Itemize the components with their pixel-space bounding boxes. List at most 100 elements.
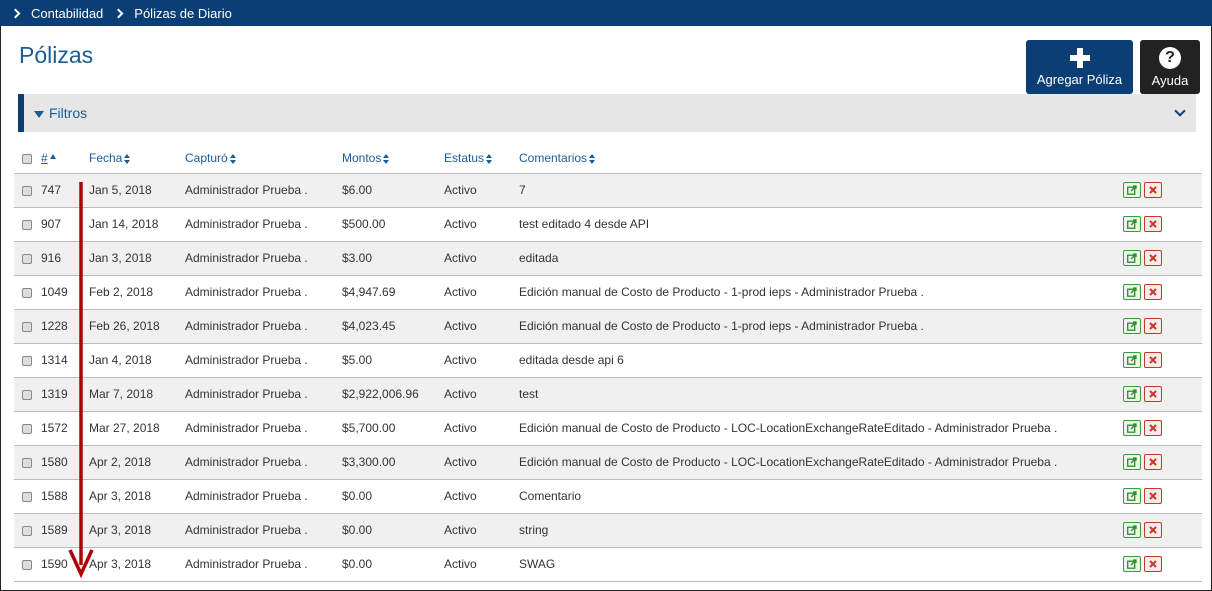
delete-x-icon[interactable]: [1144, 182, 1162, 198]
cell-estatus: Activo: [444, 445, 519, 480]
cell-monto: $0.00: [342, 547, 444, 582]
column-header-label[interactable]: Estatus: [444, 151, 484, 165]
delete-x-icon[interactable]: [1144, 420, 1162, 436]
select-all-checkbox[interactable]: [22, 153, 32, 164]
column-header-label[interactable]: Comentarios: [519, 151, 587, 165]
column-header-label[interactable]: #: [41, 151, 48, 165]
cell-capturo: Administrador Prueba .: [185, 275, 342, 310]
cell-monto: $5,700.00: [342, 411, 444, 446]
row-checkbox[interactable]: [22, 389, 32, 400]
add-poliza-button[interactable]: Agregar Póliza: [1026, 40, 1133, 94]
breadcrumb-label[interactable]: Contabilidad: [31, 6, 103, 21]
delete-x-icon[interactable]: [1144, 284, 1162, 300]
delete-x-icon[interactable]: [1144, 488, 1162, 504]
row-checkbox[interactable]: [22, 355, 32, 366]
sort-icon: [383, 153, 390, 164]
delete-x-icon[interactable]: [1144, 454, 1162, 470]
table-row[interactable]: 1588 Apr 3, 2018 Administrador Prueba . $0.…: [14, 479, 1202, 514]
row-actions: [1112, 275, 1202, 310]
cell-comentario: editada desde api 6: [519, 343, 1112, 378]
cell-estatus: Activo: [444, 173, 519, 208]
row-checkbox-cell: [14, 207, 41, 242]
delete-x-icon[interactable]: [1144, 386, 1162, 402]
row-checkbox[interactable]: [22, 287, 32, 298]
breadcrumb-label[interactable]: Pólizas de Diario: [134, 6, 232, 21]
external-link-icon[interactable]: [1123, 488, 1141, 504]
column-header-label[interactable]: Capturó: [185, 151, 228, 165]
row-checkbox[interactable]: [22, 457, 32, 468]
row-checkbox-cell: [14, 309, 41, 344]
filters-panel-toggle[interactable]: Filtros: [18, 94, 1196, 132]
table-row[interactable]: 916 Jan 3, 2018 Administrador Prueba . $3.0…: [14, 241, 1202, 276]
cell-estatus: Activo: [444, 547, 519, 582]
row-checkbox-cell: [14, 547, 41, 582]
row-checkbox[interactable]: [22, 525, 32, 536]
breadcrumb-item-contabilidad[interactable]: Contabilidad: [10, 6, 103, 21]
external-link-icon[interactable]: [1123, 420, 1141, 436]
cell-comentario: Comentario: [519, 479, 1112, 514]
row-checkbox[interactable]: [22, 219, 32, 230]
row-checkbox[interactable]: [22, 423, 32, 434]
delete-x-icon[interactable]: [1144, 352, 1162, 368]
cell-capturo: Administrador Prueba .: [185, 207, 342, 242]
polizas-table: # Fecha Capturó Montos Estatus Comentari…: [14, 143, 1202, 582]
table-row[interactable]: 1314 Jan 4, 2018 Administrador Prueba . $5.…: [14, 343, 1202, 378]
table-row[interactable]: 1319 Mar 7, 2018 Administrador Prueba . $2,…: [14, 377, 1202, 412]
column-header-capturo[interactable]: Capturó: [185, 143, 342, 174]
table-row[interactable]: 1580 Apr 2, 2018 Administrador Prueba . $3,…: [14, 445, 1202, 480]
cell-comentario: Edición manual de Costo de Producto - 1-…: [519, 275, 1112, 310]
external-link-icon[interactable]: [1123, 556, 1141, 572]
cell-monto: $2,922,006.96: [342, 377, 444, 412]
chevron-down-icon[interactable]: [1174, 105, 1186, 117]
column-header-fecha[interactable]: Fecha: [89, 143, 185, 174]
sort-icon: [124, 153, 131, 164]
column-header-num[interactable]: #: [41, 143, 89, 174]
help-button[interactable]: ? Ayuda: [1140, 40, 1200, 94]
table-row[interactable]: 1590 Apr 3, 2018 Administrador Prueba . $0.…: [14, 547, 1202, 582]
question-icon: ?: [1159, 46, 1181, 69]
table-row[interactable]: 1228 Feb 26, 2018 Administrador Prueba . $4…: [14, 309, 1202, 344]
row-checkbox[interactable]: [22, 491, 32, 502]
column-header-comentarios[interactable]: Comentarios: [519, 143, 1112, 174]
cell-monto: $0.00: [342, 513, 444, 548]
cell-comentario: editada: [519, 241, 1112, 276]
external-link-icon[interactable]: [1123, 386, 1141, 402]
delete-x-icon[interactable]: [1144, 318, 1162, 334]
table-row[interactable]: 1572 Mar 27, 2018 Administrador Prueba . $5…: [14, 411, 1202, 446]
row-actions: [1112, 343, 1202, 378]
delete-x-icon[interactable]: [1144, 250, 1162, 266]
column-header-label[interactable]: Montos: [342, 151, 381, 165]
sort-icon: [486, 153, 493, 164]
cell-monto: $5.00: [342, 343, 444, 378]
column-header-montos[interactable]: Montos: [342, 143, 444, 174]
external-link-icon[interactable]: [1123, 182, 1141, 198]
table-row[interactable]: 907 Jan 14, 2018 Administrador Prueba . $50…: [14, 207, 1202, 242]
external-link-icon[interactable]: [1123, 250, 1141, 266]
row-actions: [1112, 377, 1202, 412]
cell-fecha: Jan 5, 2018: [89, 173, 185, 208]
table-row[interactable]: 1049 Feb 2, 2018 Administrador Prueba . $4,…: [14, 275, 1202, 310]
cell-fecha: Apr 2, 2018: [89, 445, 185, 480]
help-label: Ayuda: [1151, 72, 1189, 88]
cell-capturo: Administrador Prueba .: [185, 173, 342, 208]
table-row[interactable]: 747 Jan 5, 2018 Administrador Prueba . $6.0…: [14, 173, 1202, 208]
row-checkbox[interactable]: [22, 185, 32, 196]
delete-x-icon[interactable]: [1144, 216, 1162, 232]
row-checkbox[interactable]: [22, 321, 32, 332]
external-link-icon[interactable]: [1123, 522, 1141, 538]
external-link-icon[interactable]: [1123, 454, 1141, 470]
cell-estatus: Activo: [444, 241, 519, 276]
row-checkbox[interactable]: [22, 559, 32, 570]
delete-x-icon[interactable]: [1144, 556, 1162, 572]
external-link-icon[interactable]: [1123, 284, 1141, 300]
row-actions: [1112, 309, 1202, 344]
external-link-icon[interactable]: [1123, 352, 1141, 368]
breadcrumb-item-polizas-diario[interactable]: Pólizas de Diario: [113, 6, 232, 21]
column-header-label[interactable]: Fecha: [89, 151, 122, 165]
delete-x-icon[interactable]: [1144, 522, 1162, 538]
table-row[interactable]: 1589 Apr 3, 2018 Administrador Prueba . $0.…: [14, 513, 1202, 548]
external-link-icon[interactable]: [1123, 318, 1141, 334]
column-header-estatus[interactable]: Estatus: [444, 143, 519, 174]
row-checkbox[interactable]: [22, 253, 32, 264]
external-link-icon[interactable]: [1123, 216, 1141, 232]
